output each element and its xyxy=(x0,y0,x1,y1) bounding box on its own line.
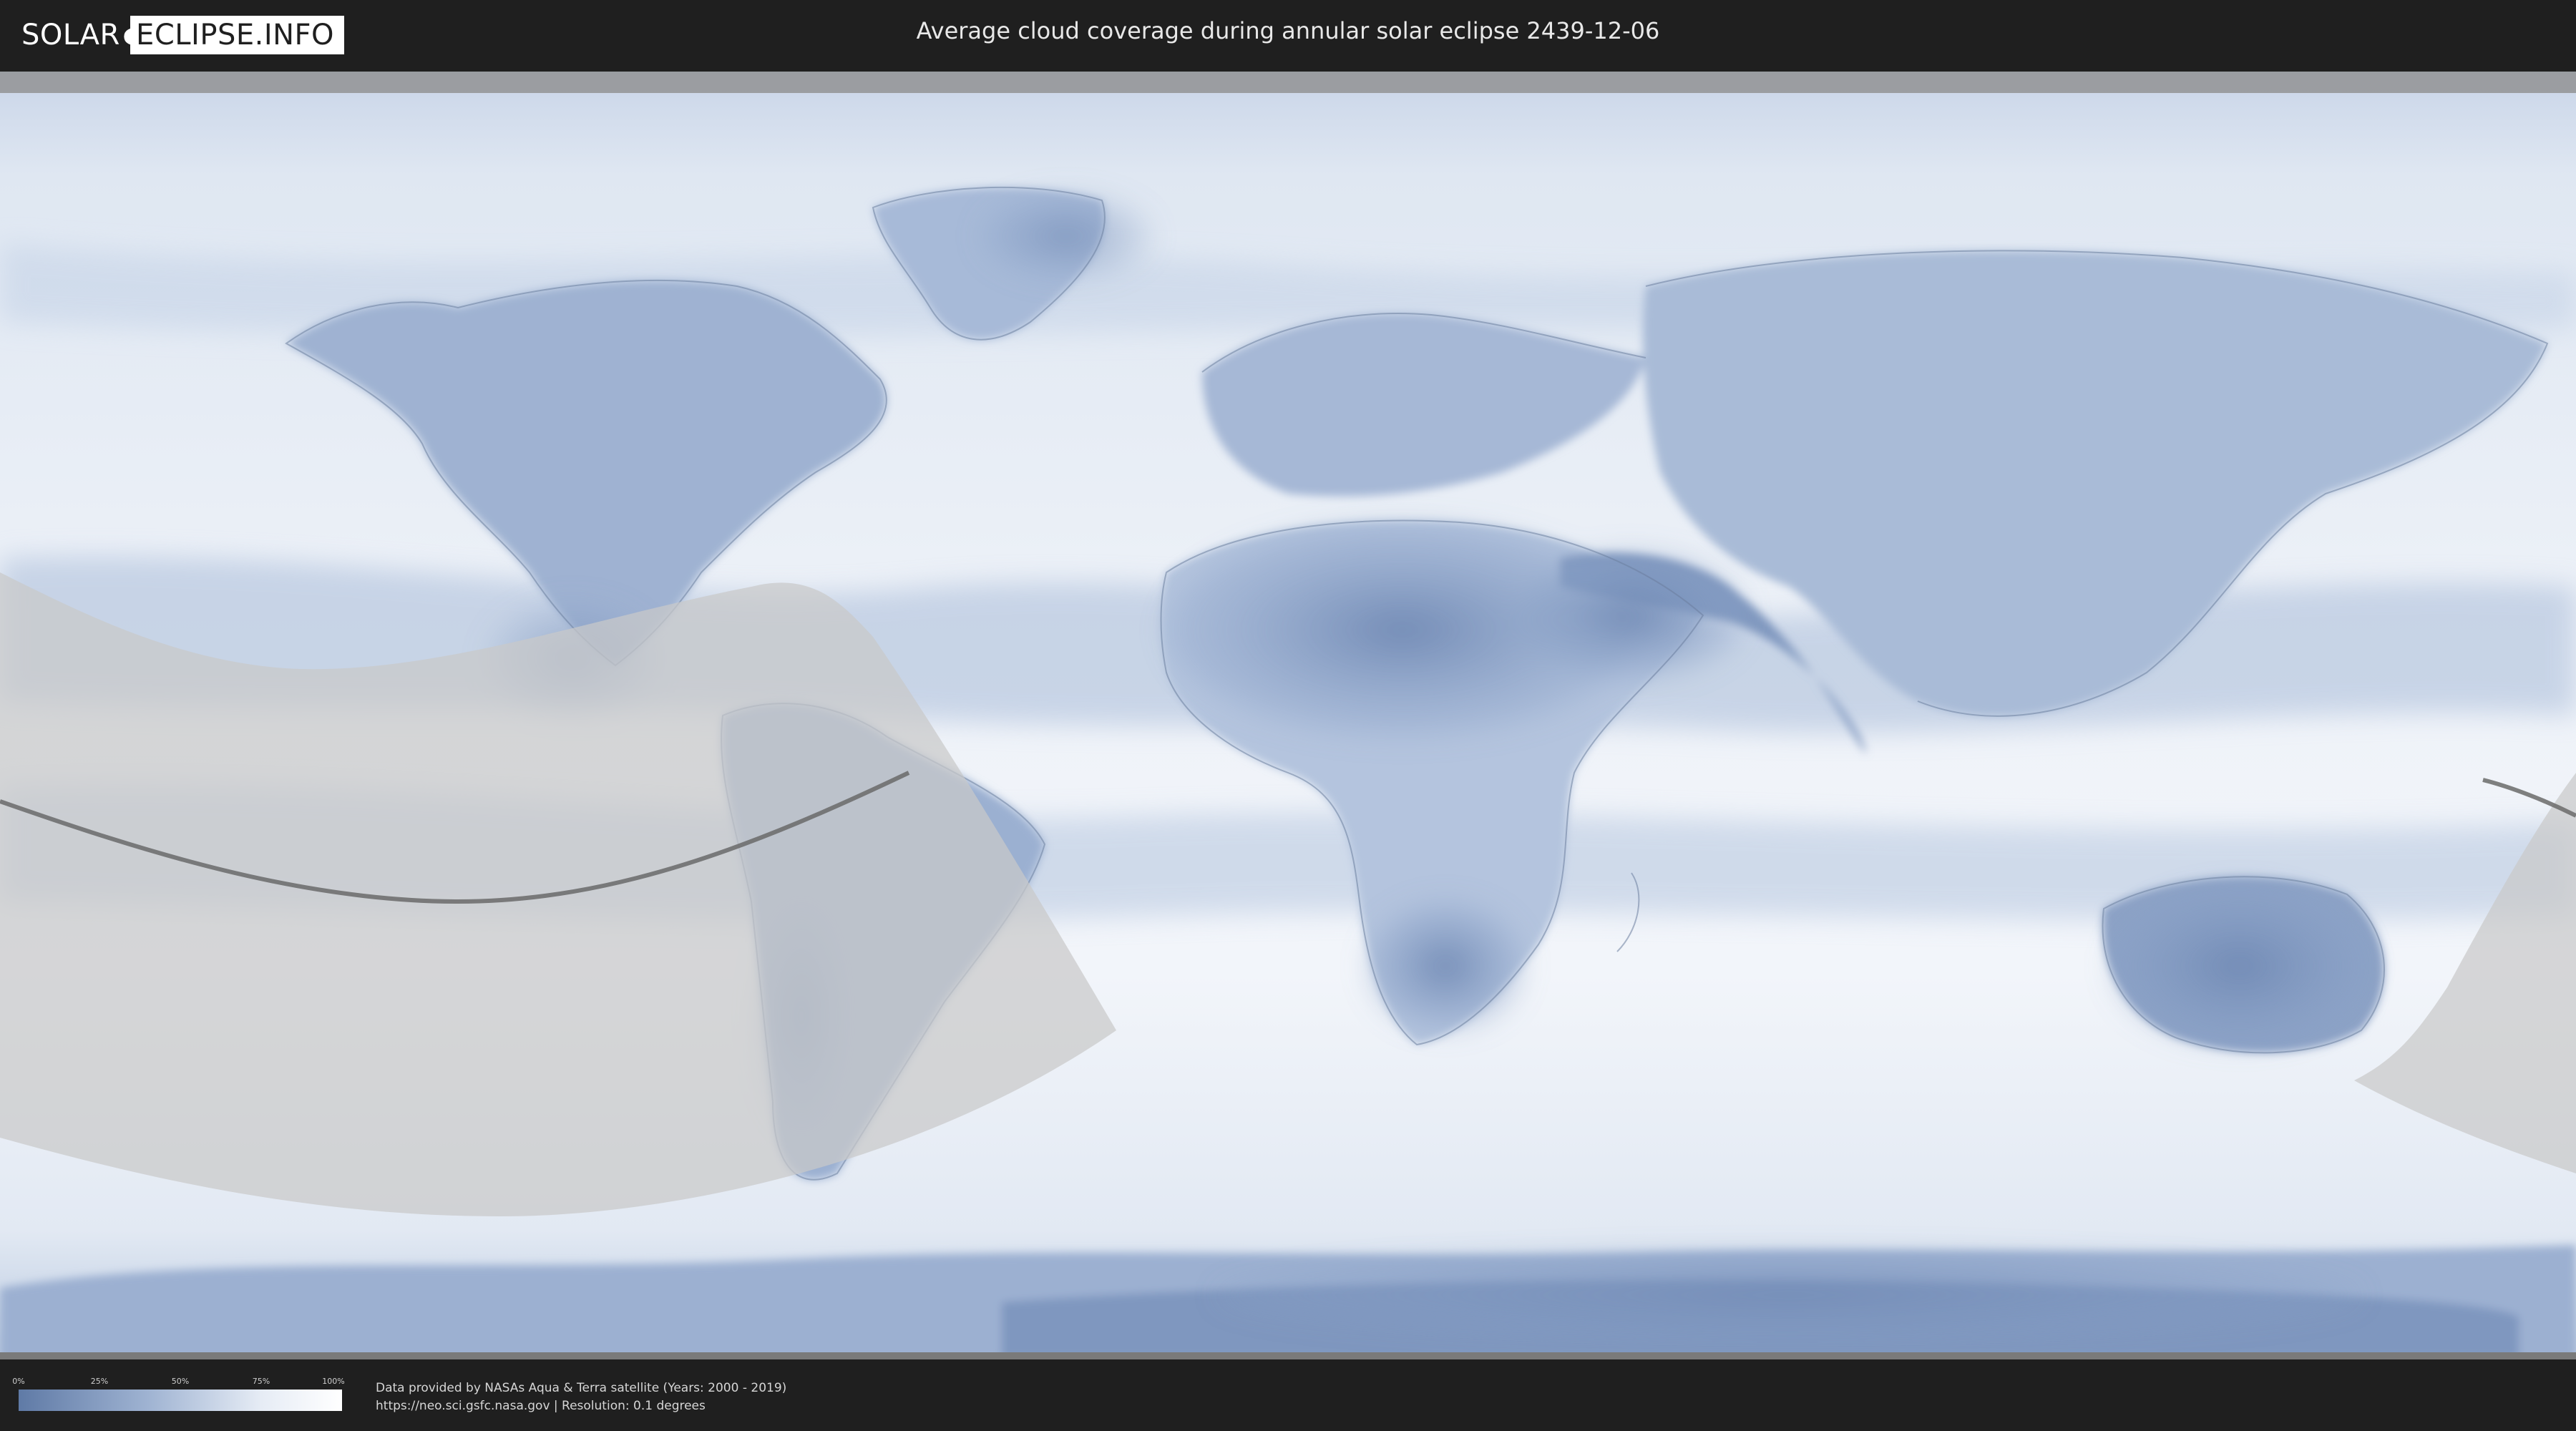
map-canvas xyxy=(0,72,2576,1359)
page-title: Average cloud coverage during annular so… xyxy=(916,17,1660,44)
legend-tick-100: 100% xyxy=(322,1377,345,1386)
logo-text-eclipse: ECLIPSE.INFO xyxy=(130,16,345,54)
legend-tick-0: 0% xyxy=(12,1377,25,1386)
logo-text-solar: SOLAR xyxy=(21,19,120,52)
map-bottom-band xyxy=(0,1352,2576,1359)
legend-tick-75: 75% xyxy=(252,1377,270,1386)
cloud-cover-legend-bar xyxy=(19,1390,342,1411)
world-cloud-map xyxy=(0,72,2576,1359)
data-credits: Data provided by NASAs Aqua & Terra sate… xyxy=(376,1379,786,1415)
site-logo[interactable]: SOLAR ◖ ECLIPSE.INFO xyxy=(21,16,345,54)
credits-line-source: Data provided by NASAs Aqua & Terra sate… xyxy=(376,1381,787,1395)
header-bar: SOLAR ◖ ECLIPSE.INFO Average cloud cover… xyxy=(0,0,2576,72)
map-top-band xyxy=(0,72,2576,93)
credits-line-url: https://neo.sci.gsfc.nasa.gov | Resoluti… xyxy=(376,1399,706,1413)
legend-tick-25: 25% xyxy=(90,1377,109,1386)
footer-bar: 0% 25% 50% 75% 100% Data provided by NAS… xyxy=(0,1359,2576,1431)
legend-tick-50: 50% xyxy=(171,1377,190,1386)
legend-tick-labels: 0% 25% 50% 75% 100% xyxy=(12,1377,345,1388)
